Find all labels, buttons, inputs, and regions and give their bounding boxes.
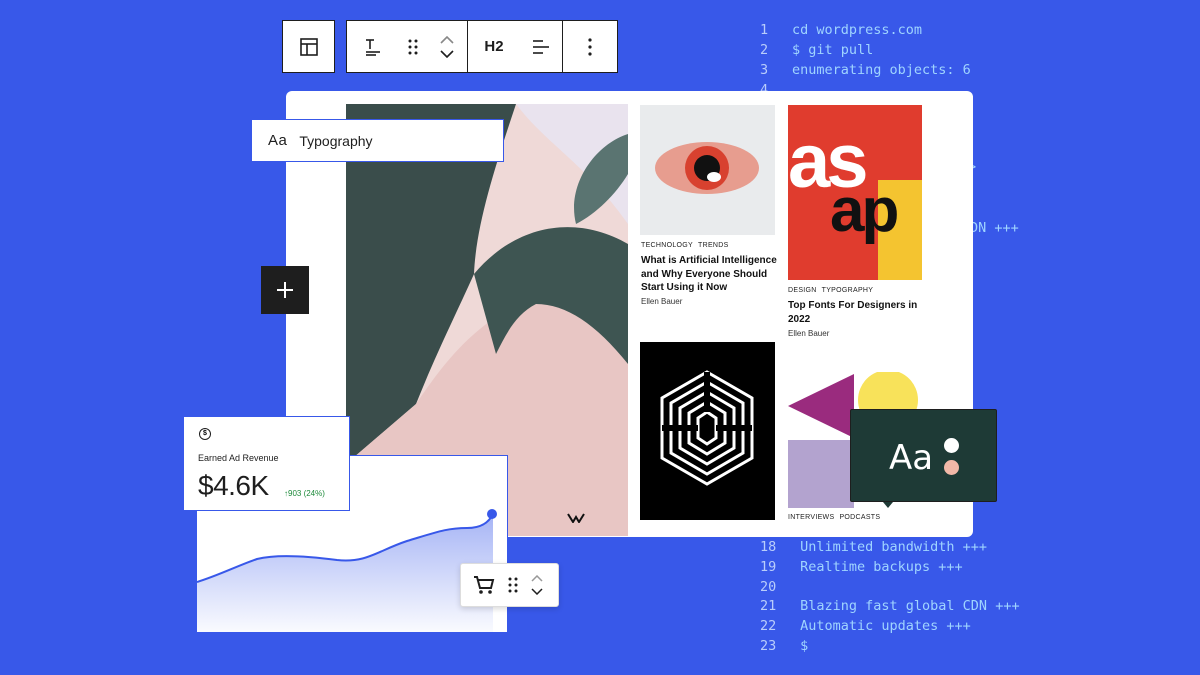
post-tags: DESIGN TYPOGRAPHY xyxy=(788,287,878,294)
code-line: 23 $ xyxy=(760,638,809,654)
popover-tail xyxy=(883,502,893,508)
post-image-asap[interactable]: as ap xyxy=(788,105,922,280)
move-block-controls xyxy=(531,575,543,595)
revenue-value: $4.6K xyxy=(198,470,269,501)
post-title[interactable]: Top Fonts For Designers in 2022 xyxy=(788,299,918,326)
align-button[interactable] xyxy=(520,21,562,72)
code-line: 1 cd wordpress.com xyxy=(760,22,923,38)
tag[interactable]: DESIGN xyxy=(788,287,817,294)
hexagon-maze-icon xyxy=(660,370,754,486)
font-preview-popover[interactable]: Aa xyxy=(850,409,997,508)
typography-icon: Aa xyxy=(268,132,288,149)
tag[interactable]: TRENDS xyxy=(698,242,729,249)
heading-block-icon xyxy=(366,38,380,56)
post-tags: TECHNOLOGY TRENDS xyxy=(641,242,734,249)
block-type-button[interactable] xyxy=(282,20,335,73)
revenue-stat-card: $ Earned Ad Revenue $4.6K ↑903 (24%) xyxy=(183,416,350,511)
asap-poster-icon: as ap xyxy=(788,119,922,280)
revenue-delta: ↑903 (24%) xyxy=(284,489,325,498)
block-toolbar: H2 xyxy=(346,20,618,73)
dollar-coin-icon: $ xyxy=(199,428,211,440)
drag-handle-icon[interactable] xyxy=(507,576,519,594)
chevron-down-icon[interactable] xyxy=(531,588,543,595)
heading-level-button[interactable]: H2 xyxy=(468,21,520,72)
code-line: 3 enumerating objects: 6 xyxy=(760,62,971,78)
chart-area xyxy=(197,514,493,632)
more-options-button[interactable] xyxy=(563,21,617,72)
eye-illustration-icon xyxy=(655,142,759,194)
code-line: 22 Automatic updates +++ xyxy=(760,618,971,634)
logo-mark-icon xyxy=(567,513,585,523)
tag[interactable]: TECHNOLOGY xyxy=(641,242,693,249)
move-block-controls xyxy=(427,21,467,72)
post-tags: INTERVIEWS PODCASTS xyxy=(788,514,885,521)
heading-block-button[interactable] xyxy=(347,21,399,72)
chevron-up-icon[interactable] xyxy=(531,575,543,582)
drag-handle-icon xyxy=(408,39,418,54)
code-line: 18 Unlimited bandwidth +++ xyxy=(760,539,988,555)
code-fragment: DN +++ xyxy=(970,220,1019,236)
chart-point xyxy=(487,509,497,519)
drag-handle[interactable] xyxy=(399,21,427,72)
heading-level-label: H2 xyxy=(484,38,504,55)
tag[interactable]: TYPOGRAPHY xyxy=(822,287,874,294)
asap-line-2: ap xyxy=(830,176,897,245)
color-swatch-primary[interactable] xyxy=(944,438,959,453)
tag[interactable]: PODCASTS xyxy=(839,514,880,521)
cart-icon[interactable] xyxy=(473,575,495,595)
chevron-down-icon[interactable] xyxy=(440,49,454,58)
align-left-icon xyxy=(533,39,549,54)
more-vertical-icon xyxy=(588,37,592,56)
post-image-maze[interactable] xyxy=(640,342,775,520)
chevron-up-icon[interactable] xyxy=(440,35,454,44)
typography-panel-field[interactable]: Aa Typography xyxy=(251,119,504,162)
post-author: Ellen Bauer xyxy=(641,297,683,306)
post-title[interactable]: What is Artificial Intelligence and Why … xyxy=(641,254,781,295)
code-line: 2 $ git pull xyxy=(760,42,874,58)
typography-label: Typography xyxy=(299,132,373,149)
code-line: 21 Blazing fast global CDN +++ xyxy=(760,598,1020,614)
revenue-title: Earned Ad Revenue xyxy=(198,453,279,463)
tag[interactable]: INTERVIEWS xyxy=(788,514,834,521)
cart-block-toolbar xyxy=(460,563,559,607)
layout-icon xyxy=(299,37,318,56)
font-preview-sample: Aa xyxy=(889,438,934,478)
post-image-eye[interactable] xyxy=(640,105,775,235)
code-line: 19 Realtime backups +++ xyxy=(760,559,963,575)
code-line: 20 xyxy=(760,579,777,595)
plus-icon xyxy=(277,282,293,298)
add-block-button[interactable] xyxy=(261,266,309,314)
color-swatch-secondary[interactable] xyxy=(944,460,959,475)
post-author: Ellen Bauer xyxy=(788,329,830,338)
